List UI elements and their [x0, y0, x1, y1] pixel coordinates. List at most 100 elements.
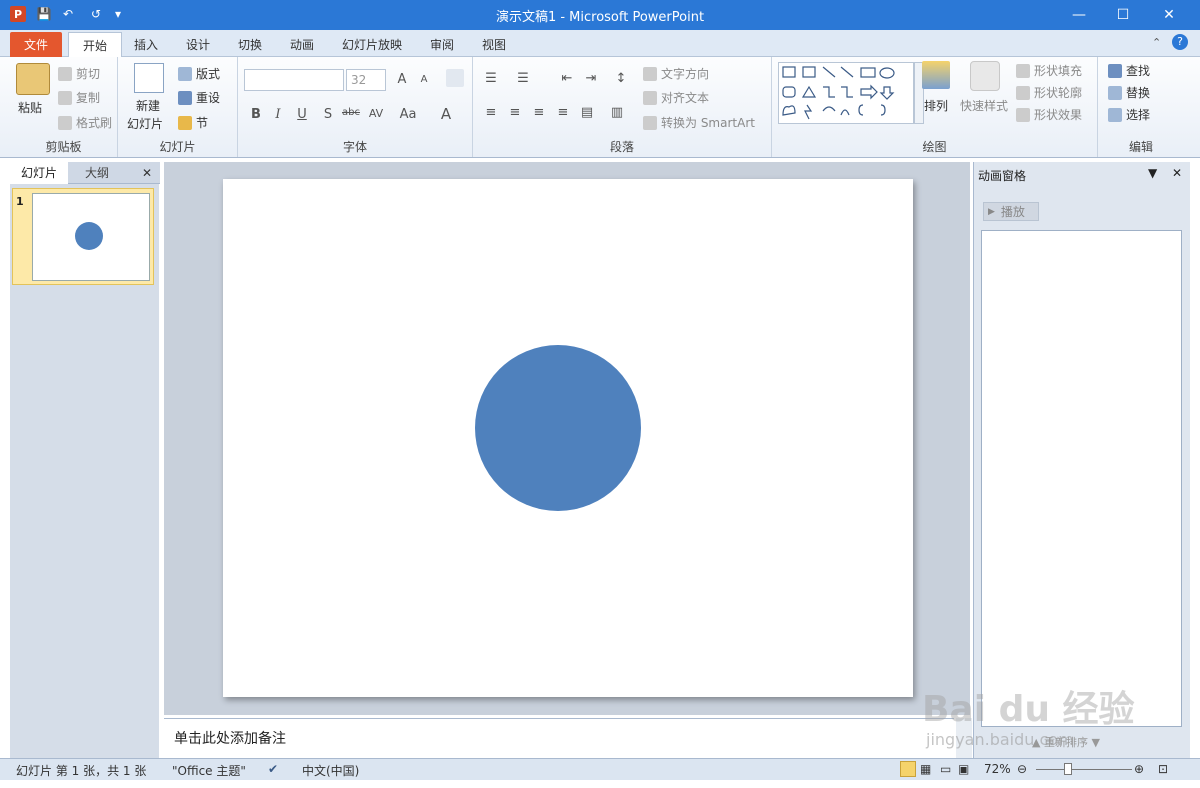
line-spacing-icon[interactable]: ↕	[611, 71, 631, 86]
text-direction-button[interactable]: 文字方向	[643, 65, 709, 82]
select-button[interactable]: 选择	[1108, 106, 1150, 123]
tab-insert[interactable]: 插入	[120, 32, 172, 57]
maximize-button[interactable]: ☐	[1100, 0, 1146, 30]
shape-effects-button[interactable]: 形状效果	[1016, 106, 1082, 123]
convert-smartart-button[interactable]: 转换为 SmartArt	[643, 114, 755, 131]
close-pane-icon[interactable]: ✕	[136, 162, 158, 184]
close-animation-pane-icon[interactable]: ✕	[1172, 166, 1182, 180]
reset-button[interactable]: 重设	[178, 89, 220, 106]
find-label: 查找	[1126, 64, 1151, 78]
notes-pane[interactable]: 单击此处添加备注	[164, 718, 954, 758]
tab-home[interactable]: 开始	[68, 32, 123, 58]
columns-icon[interactable]: ▥	[607, 105, 627, 120]
increase-indent-icon[interactable]: ⇥	[581, 71, 601, 86]
cut-label: 剪切	[76, 67, 101, 81]
tab-animations[interactable]: 动画	[276, 32, 328, 57]
format-painter-button[interactable]: 格式刷	[58, 114, 112, 131]
text-shadow-button[interactable]: S	[318, 107, 338, 122]
zoom-out-icon[interactable]: ⊖	[1017, 762, 1027, 776]
help-icon[interactable]: ?	[1172, 34, 1188, 50]
section-button[interactable]: 节	[178, 114, 208, 131]
bold-button[interactable]: B	[246, 107, 266, 122]
grow-font-button[interactable]: A	[392, 72, 412, 87]
arrange-icon[interactable]	[922, 61, 950, 89]
new-slide-icon[interactable]	[134, 63, 164, 93]
minimize-button[interactable]: —	[1056, 0, 1102, 30]
tab-review[interactable]: 审阅	[416, 32, 468, 57]
font-name-combo[interactable]	[244, 69, 344, 91]
shape-fill-button[interactable]: 形状填充	[1016, 62, 1082, 79]
zoom-in-icon[interactable]: ⊕	[1134, 762, 1144, 776]
replace-button[interactable]: 替换	[1108, 84, 1150, 101]
fit-to-window-icon[interactable]: ⊡	[1158, 762, 1168, 776]
reading-view-icon[interactable]: ▭	[940, 762, 951, 776]
new-slide-dropdown[interactable]: 幻灯片	[127, 115, 163, 132]
text-direction-label: 文字方向	[661, 67, 710, 81]
copy-label: 复制	[76, 91, 101, 105]
zoom-level[interactable]: 72%	[984, 762, 1011, 776]
zoom-slider-thumb[interactable]	[1064, 763, 1072, 775]
tab-slideshow[interactable]: 幻灯片放映	[328, 32, 416, 57]
tab-outline[interactable]: 大纲	[68, 162, 126, 184]
cut-button[interactable]: 剪切	[58, 65, 100, 82]
spellcheck-icon[interactable]: ✔	[268, 762, 278, 776]
slideshow-view-icon[interactable]: ▣	[958, 762, 969, 776]
tab-transitions[interactable]: 切换	[224, 32, 276, 57]
theme-status[interactable]: "Office 主题"	[172, 762, 246, 779]
shape-outline-button[interactable]: 形状轮廓	[1016, 84, 1082, 101]
copy-icon	[58, 90, 72, 105]
copy-button[interactable]: 复制	[58, 89, 100, 106]
slide-thumbnail[interactable]	[32, 193, 150, 281]
tab-design[interactable]: 设计	[172, 32, 224, 57]
outline-pen-icon	[1016, 85, 1030, 100]
drawing-group: 排列 快速样式 形状填充 形状轮廓 形状效果 绘图	[772, 57, 1098, 157]
shapes-gallery[interactable]	[778, 62, 914, 124]
move-down-icon[interactable]: ▼	[1091, 736, 1099, 749]
clipboard-group: 粘贴 剪切 复制 格式刷 剪贴板	[10, 57, 118, 157]
slide-number: 1	[16, 195, 24, 208]
numbering-icon[interactable]: ☰	[513, 71, 533, 86]
new-slide-label[interactable]: 新建	[136, 97, 160, 114]
font-size-combo[interactable]: 32	[346, 69, 386, 91]
find-button[interactable]: 查找	[1108, 62, 1150, 79]
justify-icon[interactable]: ≡	[553, 105, 573, 120]
italic-button[interactable]: I	[268, 107, 288, 122]
char-spacing-button[interactable]: AV	[366, 107, 386, 120]
close-button[interactable]: ✕	[1146, 0, 1192, 30]
shapes-gallery-icons	[782, 66, 895, 120]
align-left-icon[interactable]: ≡	[481, 105, 501, 120]
align-center-icon[interactable]: ≡	[505, 105, 525, 120]
language-status[interactable]: 中文(中国)	[302, 762, 359, 779]
circle-shape[interactable]	[223, 179, 913, 697]
quick-styles-button[interactable]: 快速样式	[960, 97, 1008, 114]
clear-format-icon[interactable]	[446, 69, 464, 87]
align-text-button[interactable]: 对齐文本	[643, 89, 709, 106]
strikethrough-button[interactable]: abc	[341, 107, 361, 118]
select-label: 选择	[1126, 108, 1151, 122]
play-button[interactable]: ▶ 播放	[983, 202, 1039, 221]
arrange-button[interactable]: 排列	[924, 97, 948, 114]
slide-sorter-icon[interactable]: ▦	[920, 762, 931, 776]
decrease-indent-icon[interactable]: ⇤	[557, 71, 577, 86]
shrink-font-button[interactable]: A	[414, 74, 434, 85]
bullets-icon[interactable]: ☰	[481, 71, 501, 86]
paste-button[interactable]: 粘贴	[18, 99, 42, 116]
font-color-button[interactable]: A	[436, 105, 456, 123]
normal-view-icon[interactable]	[900, 761, 916, 777]
paste-icon[interactable]	[16, 63, 50, 95]
tab-slides[interactable]: 幻灯片	[10, 162, 68, 184]
tab-file[interactable]: 文件	[10, 32, 62, 57]
zoom-slider[interactable]	[1036, 769, 1132, 770]
quick-styles-icon[interactable]	[970, 61, 1000, 91]
underline-button[interactable]: U	[292, 107, 312, 122]
shape-fill-label: 形状填充	[1034, 64, 1083, 78]
slide-canvas[interactable]	[223, 179, 913, 697]
align-right-icon[interactable]: ≡	[529, 105, 549, 120]
layout-button[interactable]: 版式	[178, 65, 220, 82]
tab-view[interactable]: 视图	[468, 32, 520, 57]
pane-options-icon[interactable]: ▼	[1148, 166, 1157, 180]
change-case-button[interactable]: Aa	[398, 107, 418, 122]
distributed-icon[interactable]: ▤	[577, 105, 597, 120]
animation-list[interactable]	[981, 230, 1182, 727]
minimize-ribbon-icon[interactable]: ⌃	[1152, 36, 1161, 49]
